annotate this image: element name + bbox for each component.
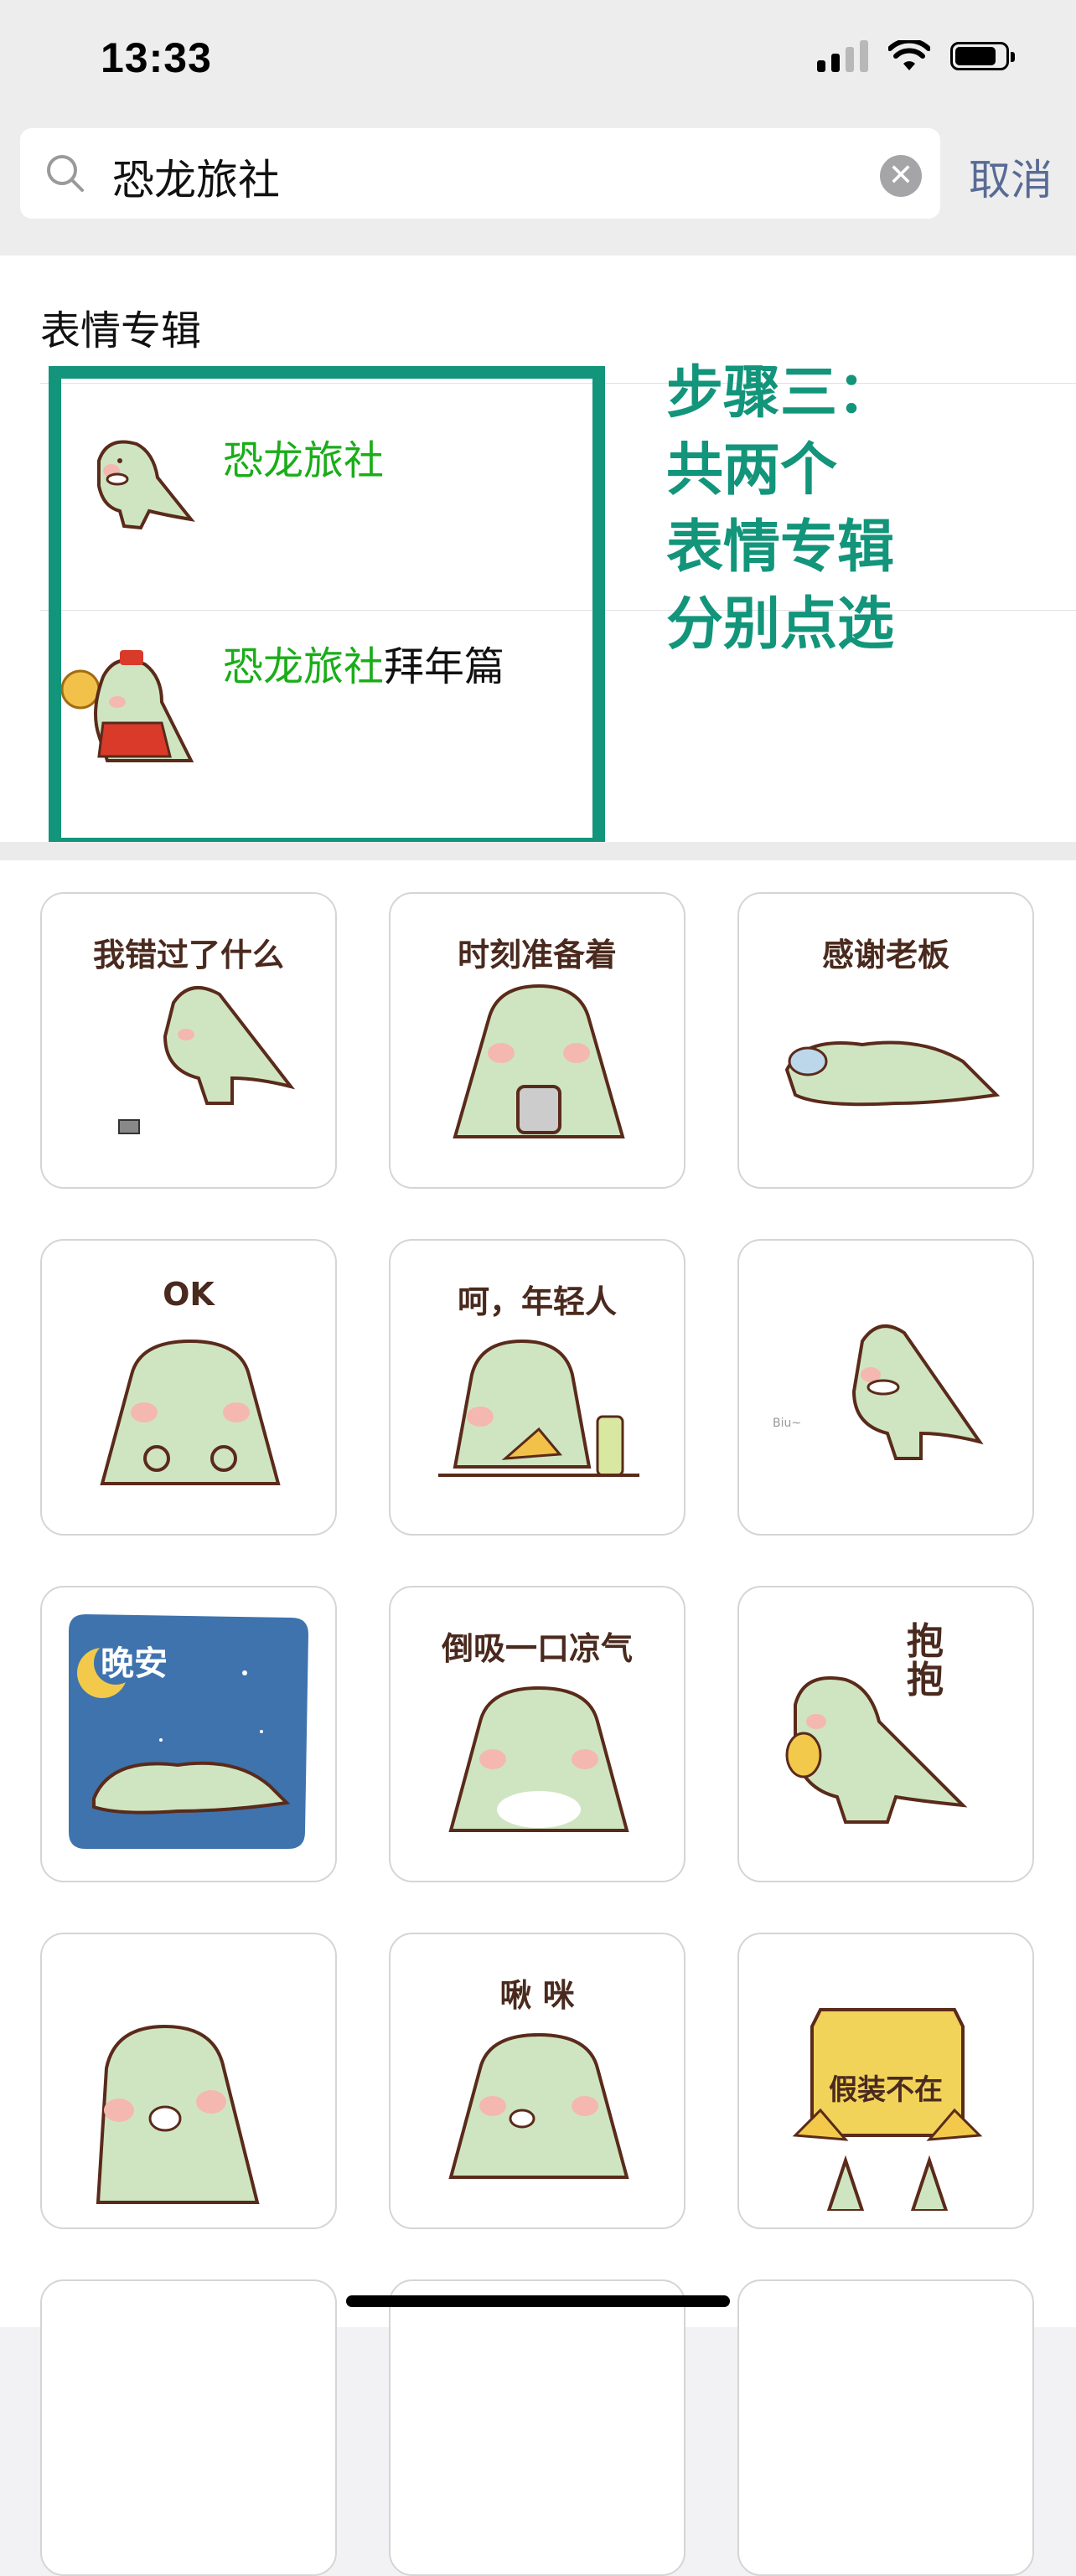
- sticker-caption: 时刻准备着: [457, 937, 617, 973]
- dinosaur-sticker: [438, 1339, 639, 1477]
- sticker-tile[interactable]: 时刻准备着: [389, 892, 685, 1189]
- sticker-caption: 我错过了什么: [92, 937, 284, 973]
- sticker-tile[interactable]: OK: [40, 1239, 337, 1536]
- dinosaur-sticker: [100, 1339, 281, 1485]
- cellular-signal-icon: [817, 40, 868, 72]
- search-input[interactable]: 恐龙旅社 ✕: [20, 128, 940, 219]
- dinosaur-sticker: [118, 986, 296, 1134]
- dinosaur-sticker: [784, 1040, 1001, 1107]
- dinosaur-sticker: [851, 1324, 984, 1460]
- sticker-tile[interactable]: 假装不在: [737, 1933, 1034, 2229]
- sticker-tile[interactable]: 感谢老板: [737, 892, 1034, 1189]
- sticker-caption: 呵，年轻人: [457, 1283, 617, 1320]
- sticker-caption: 假装不在: [829, 2073, 943, 2107]
- dinosaur-sticker: [785, 1676, 968, 1824]
- sticker-tile[interactable]: [40, 2279, 337, 2576]
- section-title: 表情专辑: [40, 307, 202, 354]
- sticker-caption: 晚安: [101, 1644, 168, 1683]
- sticker-tile[interactable]: [389, 2279, 685, 2576]
- search-query-text[interactable]: 恐龙旅社: [112, 147, 280, 207]
- clear-icon[interactable]: ✕: [880, 155, 922, 197]
- dinosaur-sticker: [96, 2024, 260, 2204]
- sticker-tile[interactable]: [40, 1933, 337, 2229]
- sticker-caption: OK: [163, 1276, 215, 1313]
- sticker-tile[interactable]: Biu~: [737, 1239, 1034, 1536]
- sticker-tile[interactable]: 抱抱: [737, 1586, 1034, 1882]
- sticker-tile[interactable]: 晚安: [40, 1586, 337, 1882]
- sticker-tile[interactable]: 倒吸一口凉气: [389, 1586, 685, 1882]
- dinosaur-sticker: [448, 2032, 629, 2179]
- sticker-caption: 倒吸一口凉气: [441, 1630, 633, 1667]
- status-icons: [817, 40, 1015, 72]
- search-bar: 恐龙旅社 ✕ 取消: [0, 117, 1076, 256]
- tutorial-annotation: 步骤三： 共两个 表情专辑 分别点选: [666, 360, 895, 658]
- cancel-button[interactable]: 取消: [969, 147, 1053, 207]
- section-divider: [0, 842, 1076, 860]
- sticker-tile[interactable]: 啾 咪: [389, 1933, 685, 2229]
- sticker-caption: 啾 咪: [499, 1977, 575, 2014]
- home-indicator[interactable]: [346, 2295, 730, 2307]
- battery-icon: [950, 42, 1015, 70]
- sticker-tile[interactable]: 我错过了什么: [40, 892, 337, 1189]
- annotation-highlight-box: [49, 366, 605, 850]
- dinosaur-sticker: [453, 983, 625, 1138]
- status-time: 13:33: [101, 34, 212, 81]
- sticker-tile[interactable]: 呵，年轻人: [389, 1239, 685, 1536]
- search-icon: [47, 155, 84, 192]
- sticker-grid: 我错过了什么 时刻准备着 感谢老板 OK 呵，年轻人 Biu~ 晚安 倒吸一口凉…: [0, 860, 1076, 2576]
- status-bar: 13:33: [0, 0, 1076, 117]
- wifi-icon: [888, 40, 930, 70]
- sticker-caption: 感谢老板: [821, 937, 949, 973]
- sticker-tile[interactable]: [737, 2279, 1034, 2576]
- dinosaur-sticker: [448, 1685, 629, 1832]
